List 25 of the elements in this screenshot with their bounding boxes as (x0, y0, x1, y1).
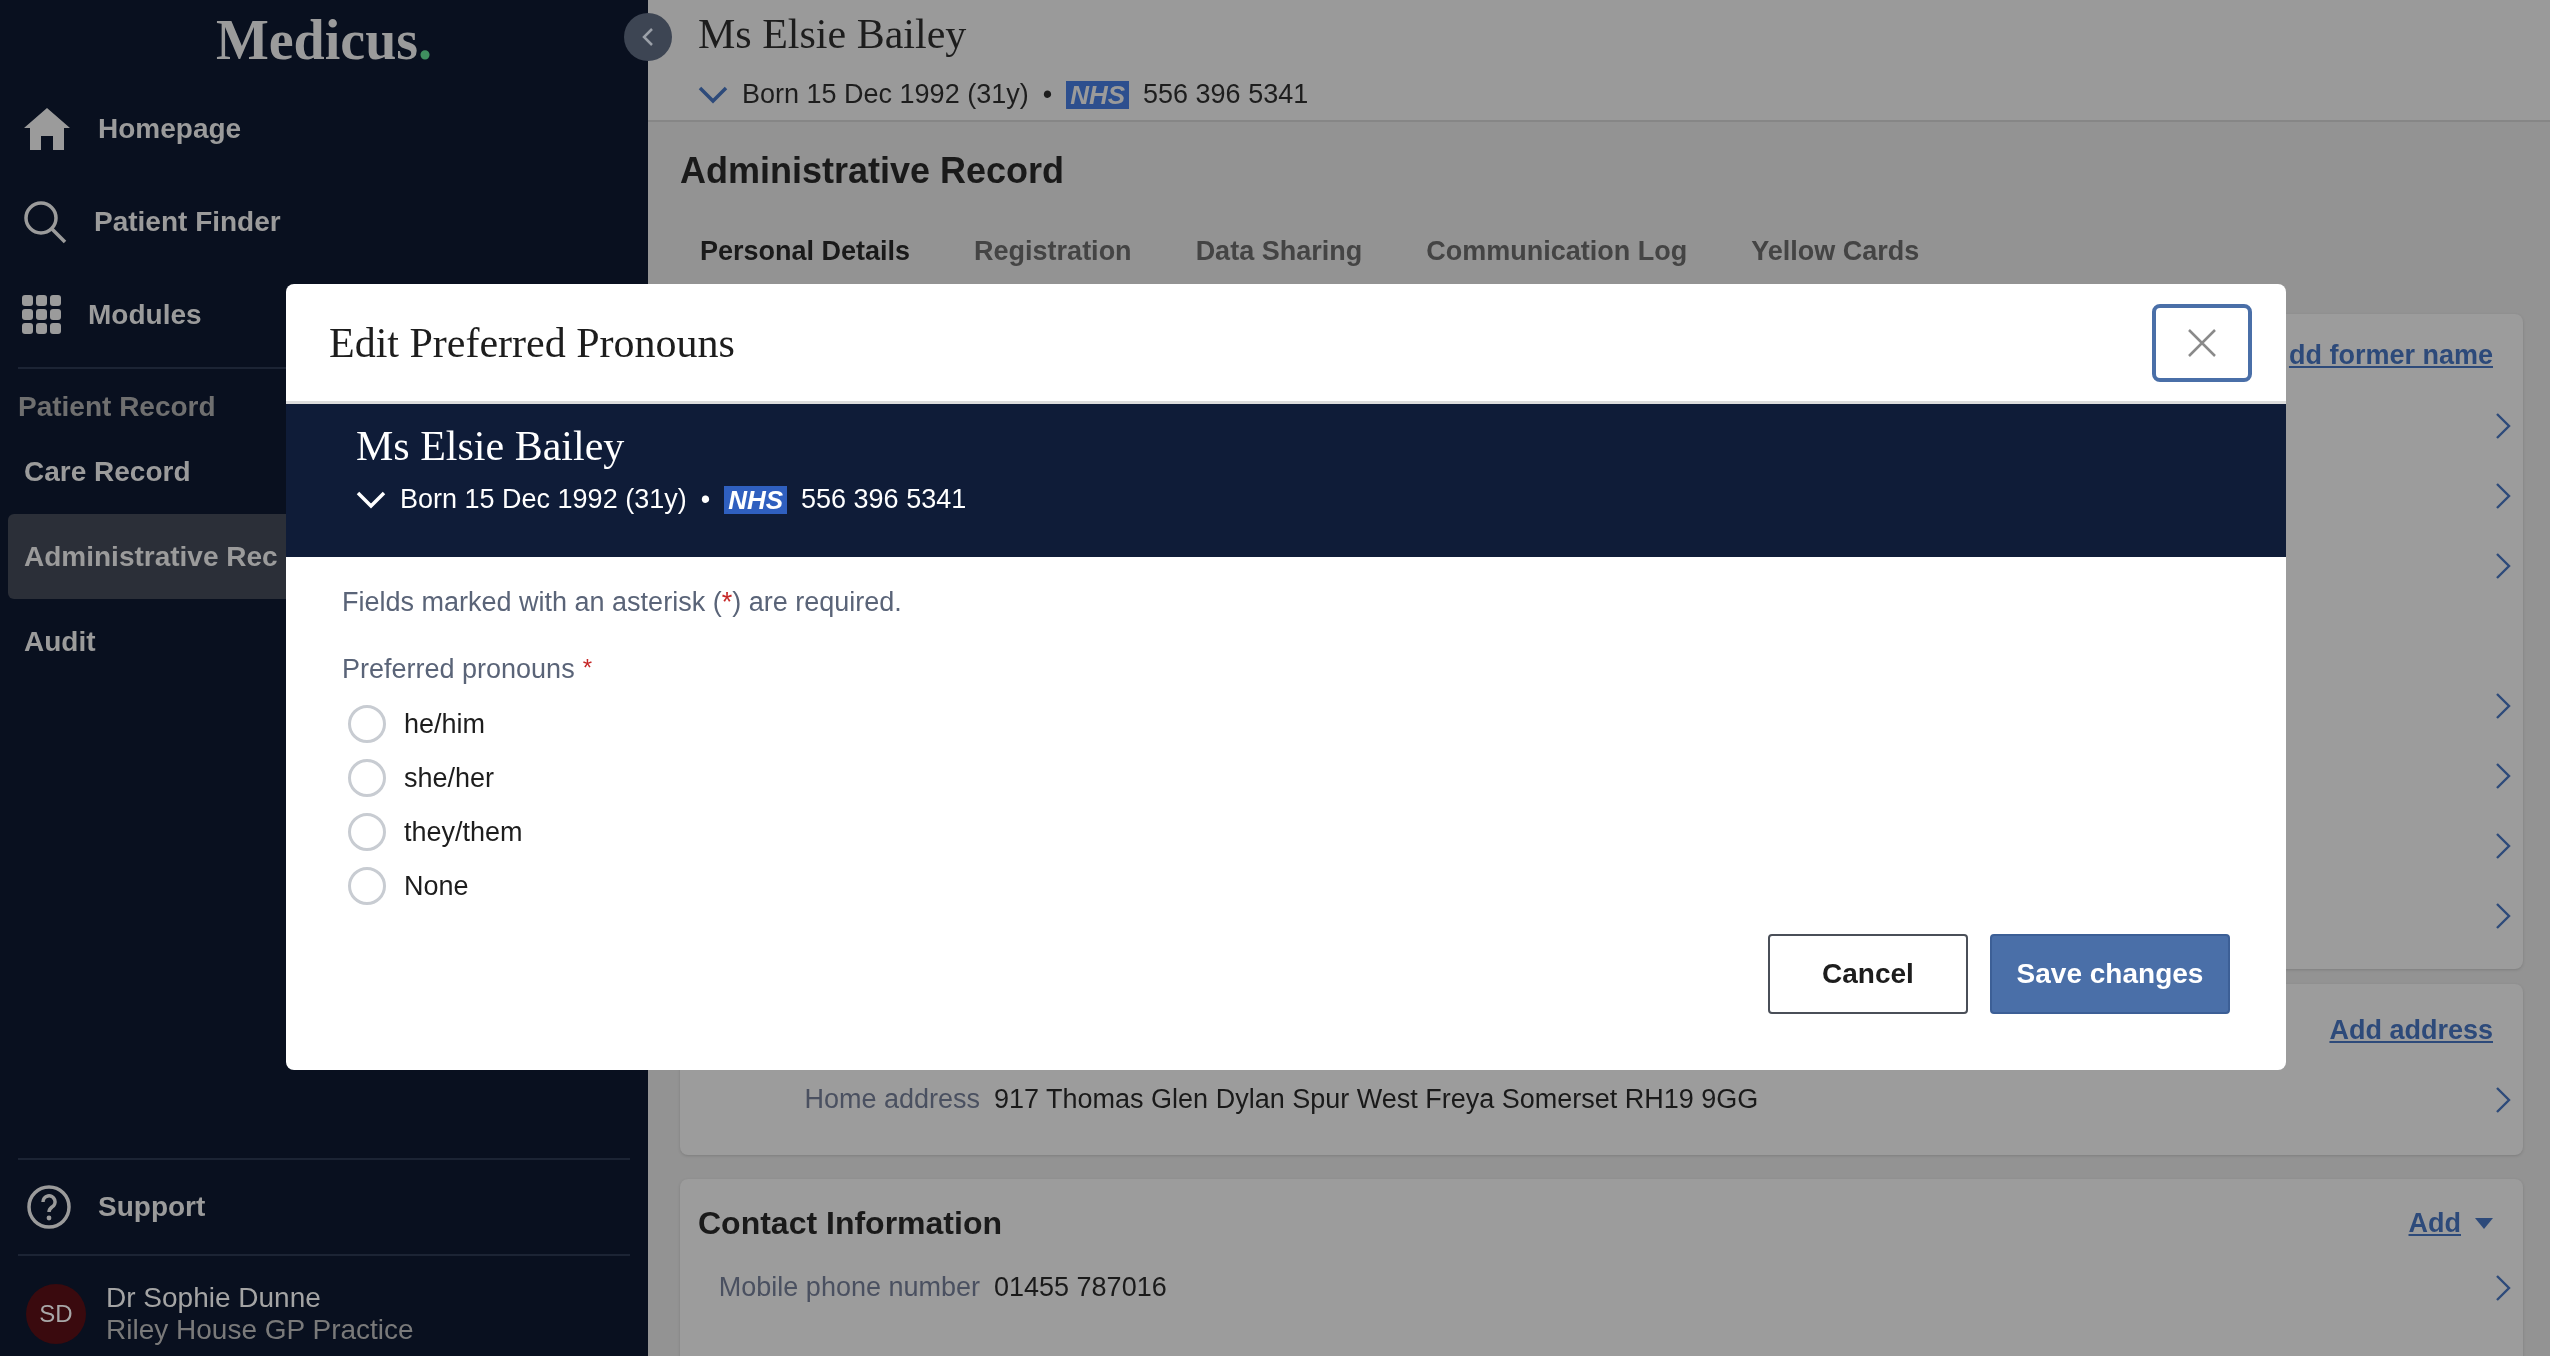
nhs-number: 556 396 5341 (801, 484, 967, 515)
section-heading: Patient Record (18, 391, 216, 424)
field-value: 917 Thomas Glen Dylan Spur West Freya Somerset RH19 9GG (994, 1084, 1760, 1115)
nhs-number: 556 396 5341 (1143, 79, 1309, 110)
user-name: Dr Sophie Dunne (106, 1282, 322, 1314)
dialog-title: Edit Preferred Pronouns (329, 318, 735, 367)
nhs-logo: NHS (724, 485, 788, 514)
field-label: Preferred pronouns (342, 654, 575, 685)
birth-date: Born 15 Dec 1992 (31y) (742, 79, 1029, 110)
patient-name: Ms Elsie Bailey (698, 10, 968, 58)
separator-dot: • (700, 484, 711, 515)
required-hint: Fields marked with an asterisk (*) are required. (342, 587, 903, 618)
practice-name: Riley House GP Practice (106, 1314, 414, 1346)
field-label: Home address (803, 1084, 980, 1115)
separator-dot: • (1042, 79, 1053, 110)
patient-name: Ms Elsie Bailey (356, 422, 626, 470)
medicus-logo: Medicus. (215, 8, 433, 72)
field-value: 01455 787016 (994, 1272, 1168, 1303)
required-mark: * (582, 654, 592, 683)
section-title: Contact Information (698, 1205, 1002, 1242)
page-title: Administrative Record (680, 150, 1066, 192)
user-avatar: SD (26, 1284, 86, 1344)
field-label: Mobile phone number (717, 1272, 980, 1303)
birth-date: Born 15 Dec 1992 (31y) (400, 484, 687, 515)
nhs-logo: NHS (1066, 80, 1130, 109)
